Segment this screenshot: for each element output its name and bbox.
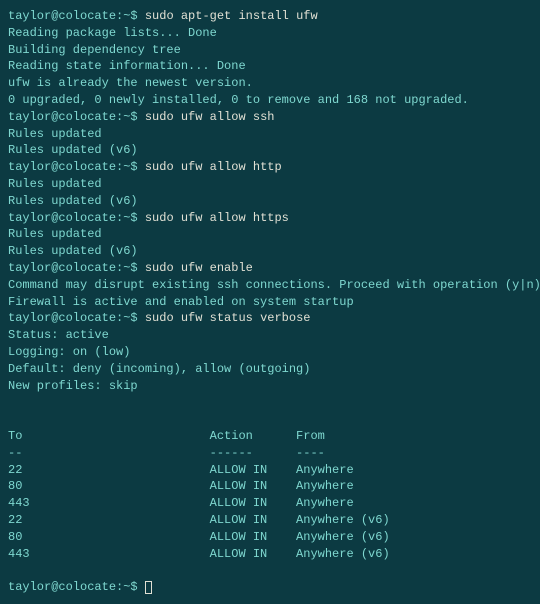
output-line: Rules updated — [8, 126, 532, 143]
prompt-line: taylor@colocate:~$ sudo ufw allow https — [8, 210, 532, 227]
command-text: sudo apt-get install ufw — [145, 9, 318, 23]
prompt-user: taylor@colocate — [8, 211, 116, 225]
output-line: Reading package lists... Done — [8, 25, 532, 42]
output-line: 0 upgraded, 0 newly installed, 0 to remo… — [8, 92, 532, 109]
output-line: Rules updated — [8, 176, 532, 193]
cursor-icon — [145, 581, 152, 594]
output-line: Rules updated (v6) — [8, 243, 532, 260]
command-text: sudo ufw allow ssh — [145, 110, 275, 124]
command-text: sudo ufw allow https — [145, 211, 289, 225]
output-line: Logging: on (low) — [8, 344, 532, 361]
output-line: Command may disrupt existing ssh connect… — [8, 277, 532, 294]
prompt-line: taylor@colocate:~$ sudo ufw allow ssh — [8, 109, 532, 126]
prompt-user: taylor@colocate — [8, 580, 116, 594]
output-line: ufw is already the newest version. — [8, 75, 532, 92]
prompt-user: taylor@colocate — [8, 160, 116, 174]
blank-line — [8, 411, 532, 428]
prompt-line: taylor@colocate:~$ sudo ufw enable — [8, 260, 532, 277]
prompt-user: taylor@colocate — [8, 9, 116, 23]
command-text: sudo ufw status verbose — [145, 311, 311, 325]
output-line: New profiles: skip — [8, 378, 532, 395]
output-line: Firewall is active and enabled on system… — [8, 294, 532, 311]
prompt-user: taylor@colocate — [8, 261, 116, 275]
prompt-user: taylor@colocate — [8, 311, 116, 325]
output-line: Default: deny (incoming), allow (outgoin… — [8, 361, 532, 378]
prompt-line: taylor@colocate:~$ sudo ufw status verbo… — [8, 310, 532, 327]
prompt-sep: :~$ — [116, 110, 145, 124]
command-text: sudo ufw allow http — [145, 160, 282, 174]
blank-line — [8, 394, 532, 411]
command-text: sudo ufw enable — [145, 261, 253, 275]
prompt-sep: :~$ — [116, 261, 145, 275]
output-line: Rules updated (v6) — [8, 193, 532, 210]
prompt-line: taylor@colocate:~$ sudo apt-get install … — [8, 8, 532, 25]
prompt-line-active[interactable]: taylor@colocate:~$ — [8, 579, 532, 596]
output-line: Rules updated (v6) — [8, 142, 532, 159]
prompt-sep: :~$ — [116, 211, 145, 225]
prompt-sep: :~$ — [116, 9, 145, 23]
prompt-sep: :~$ — [116, 311, 145, 325]
output-line: Reading state information... Done — [8, 58, 532, 75]
output-line: Rules updated — [8, 226, 532, 243]
prompt-user: taylor@colocate — [8, 110, 116, 124]
terminal[interactable]: taylor@colocate:~$ sudo apt-get install … — [8, 8, 532, 596]
prompt-sep: :~$ — [116, 160, 145, 174]
output-line: Building dependency tree — [8, 42, 532, 59]
output-line: Status: active — [8, 327, 532, 344]
firewall-table: To Action From -- ------ ---- 22 ALLOW I… — [8, 428, 532, 562]
prompt-line: taylor@colocate:~$ sudo ufw allow http — [8, 159, 532, 176]
prompt-sep: :~$ — [116, 580, 145, 594]
